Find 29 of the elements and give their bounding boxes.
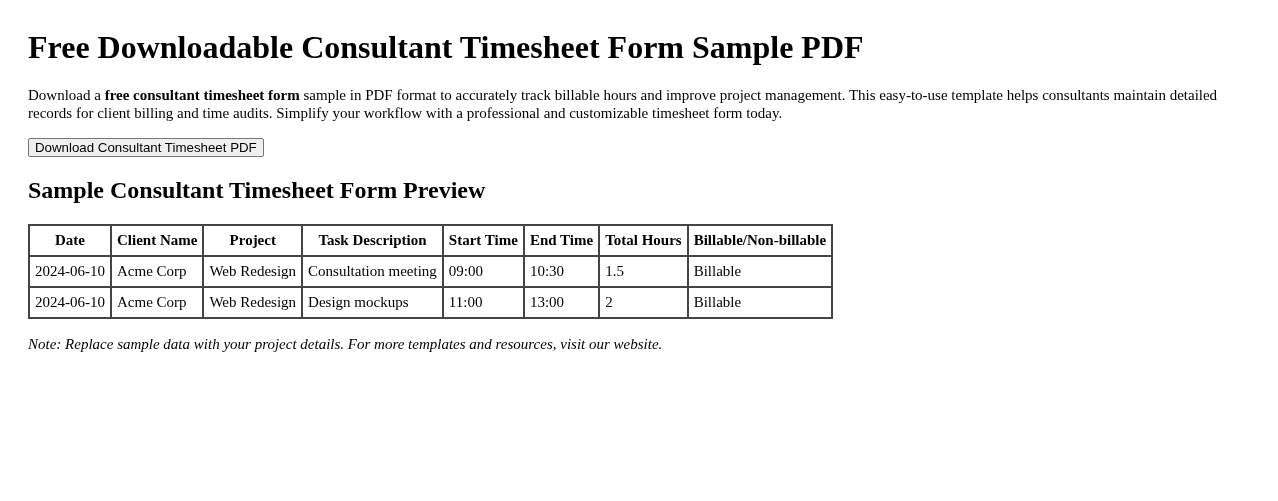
column-header: Project — [203, 225, 303, 256]
table-cell: 13:00 — [523, 287, 600, 318]
column-header: Start Time — [442, 225, 524, 256]
table-cell: Consultation meeting — [302, 256, 443, 287]
table-cell: 11:00 — [442, 287, 524, 318]
table-cell: 2024-06-10 — [29, 256, 111, 287]
note-text: Note: Replace sample data with your project details. For more templates and resources, visit our website. — [28, 335, 664, 353]
download-button[interactable]: Download Consultant Timesheet PDF — [28, 138, 264, 157]
column-header: Task Description — [302, 225, 443, 256]
table-cell: 09:00 — [442, 256, 524, 287]
table-cell: 2024-06-10 — [29, 287, 111, 318]
table-cell: 1.5 — [599, 256, 688, 287]
table-cell: Design mockups — [302, 287, 443, 318]
intro-paragraph: Download a free consultant timesheet form sample in PDF format to accurately track billable hours and improve project management. This easy-to-use template helps consultants maintain detailed records for client billing and time audits. Simplify your workflow with a professional and customizable timesheet form today. — [28, 86, 1219, 122]
column-header: Client Name — [111, 225, 204, 256]
page-title: Free Downloadable Consultant Timesheet Form Sample PDF — [28, 29, 865, 66]
table-cell: 10:30 — [523, 256, 600, 287]
table-cell: Billable — [687, 287, 833, 318]
table-cell: Acme Corp — [111, 256, 204, 287]
column-header: End Time — [523, 225, 600, 256]
table-cell: Web Redesign — [203, 287, 303, 318]
table-cell: Web Redesign — [203, 256, 303, 287]
table-cell: 2 — [599, 287, 688, 318]
section-heading: Sample Consultant Timesheet Form Preview — [28, 177, 487, 204]
column-header: Billable/Non-billable — [687, 225, 833, 256]
column-header: Date — [29, 225, 111, 256]
table-cell: Billable — [687, 256, 833, 287]
table-cell: Acme Corp — [111, 287, 204, 318]
column-header: Total Hours — [599, 225, 688, 256]
